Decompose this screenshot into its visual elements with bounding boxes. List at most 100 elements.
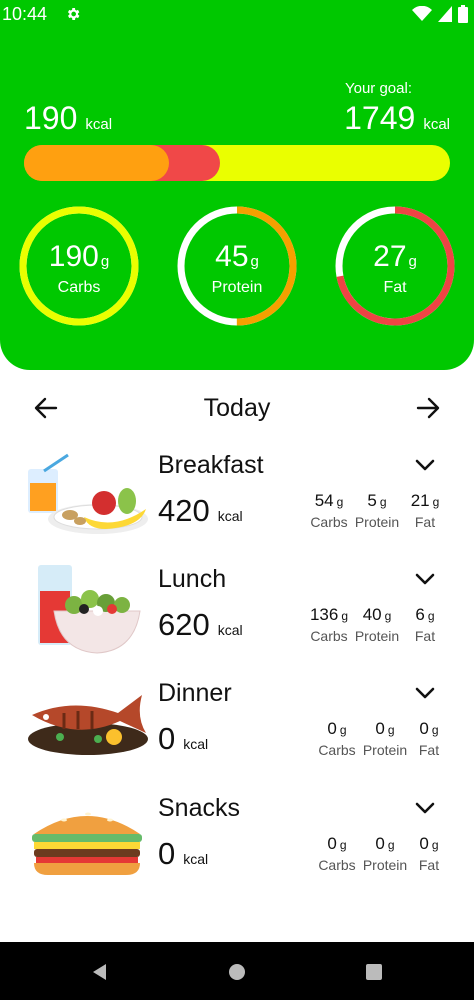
macro-value: 0: [327, 834, 337, 853]
macro-label: Fat: [418, 742, 440, 758]
macro-carbs: 0 g Carbs: [312, 719, 362, 758]
home-circle-icon[interactable]: [228, 962, 246, 982]
meal-kcal: 0 kcal: [158, 836, 208, 872]
macro-unit: g: [431, 723, 439, 737]
fat-ring-unit: g: [408, 253, 417, 270]
meal-kcal: 420 kcal: [158, 493, 243, 529]
macro-label: Protein: [362, 742, 408, 758]
macro-fat: 21 g Fat: [400, 491, 450, 530]
carbs-ring[interactable]: 190 g Carbs: [19, 206, 139, 326]
chevron-down-icon[interactable]: [412, 455, 438, 475]
meal-kcal-unit: kcal: [217, 622, 243, 638]
macro-value: 136: [309, 605, 339, 624]
carbs-ring-label: Carbs: [57, 279, 101, 296]
macro-unit: g: [379, 495, 387, 509]
macro-label: Protein: [362, 857, 408, 873]
macro-value: 0: [375, 719, 385, 738]
macro-unit: g: [341, 609, 349, 623]
carbs-ring-unit: g: [100, 253, 110, 270]
macro-carbs: 54 g Carbs: [304, 491, 354, 530]
meal-kcal-value: 0: [158, 721, 176, 756]
arrow-right-icon[interactable]: [414, 394, 442, 422]
macro-value: 0: [419, 719, 429, 738]
goal-label: Your goal:: [344, 80, 412, 97]
protein-ring[interactable]: 45 g Protein: [177, 206, 297, 326]
consumed-value: 190: [24, 100, 78, 136]
macro-unit: g: [387, 838, 395, 852]
meal-kcal-value: 620: [158, 607, 210, 642]
fish-icon: [28, 695, 148, 755]
chevron-down-icon[interactable]: [412, 683, 438, 703]
macro-value: 0: [327, 719, 337, 738]
meal-snacks[interactable]: Snacks 0 kcal 0 g Carbs 0 g Protein 0 g Fat: [0, 794, 474, 904]
system-navigation-bar: [0, 942, 474, 1000]
macro-unit: g: [336, 495, 344, 509]
macro-protein: 0 g Protein: [360, 719, 410, 758]
macro-label: Fat: [418, 857, 440, 873]
macro-label: Carbs: [318, 857, 356, 873]
macro-fat: 0 g Fat: [404, 719, 454, 758]
status-icons: [412, 5, 468, 23]
sandwich-icon: [32, 812, 142, 875]
protein-ring-value-wrap: 45 g: [177, 240, 297, 274]
chevron-down-icon[interactable]: [412, 569, 438, 589]
meal-breakfast[interactable]: Breakfast 420 kcal 54 g Carbs 5 g Protein 21…: [0, 451, 474, 561]
macro-unit: g: [387, 723, 395, 737]
meal-kcal-unit: kcal: [183, 736, 209, 752]
macro-fat: 0 g Fat: [404, 834, 454, 873]
fat-ring-value-wrap: 27 g: [335, 240, 455, 274]
consumed-unit: kcal: [85, 116, 113, 133]
status-bar: 10:44: [0, 0, 474, 30]
back-triangle-icon[interactable]: [90, 962, 108, 982]
meal-kcal-unit: kcal: [217, 508, 243, 524]
macro-label: Carbs: [310, 628, 348, 644]
macro-unit: g: [384, 609, 392, 623]
macro-value: 21: [410, 491, 430, 510]
meal-dinner[interactable]: Dinner 0 kcal 0 g Carbs 0 g Protein 0 g Fat: [0, 679, 474, 789]
macro-label: Carbs: [310, 514, 348, 530]
macro-protein: 40 g Protein: [352, 605, 402, 644]
summary-header: 10:44 190 kcal Your goal: 1749 kcal 190 g…: [0, 0, 474, 370]
protein-ring-value: 45: [215, 240, 249, 273]
fat-ring-value: 27: [373, 240, 407, 273]
wifi-icon: [412, 6, 432, 21]
breakfast-icon: [28, 453, 148, 534]
meal-name: Breakfast: [158, 451, 264, 479]
meal-kcal: 620 kcal: [158, 607, 243, 643]
macro-unit: g: [432, 495, 440, 509]
meal-name: Snacks: [158, 794, 240, 822]
macro-value: 0: [419, 834, 429, 853]
goal-unit: kcal: [423, 116, 450, 133]
battery-icon: [458, 5, 468, 23]
macro-unit: g: [339, 723, 347, 737]
protein-ring-unit: g: [250, 253, 259, 270]
macro-label: Fat: [414, 514, 436, 530]
macro-label: Carbs: [318, 742, 356, 758]
carbs-ring-value: 190: [48, 240, 99, 273]
macro-value: 40: [362, 605, 382, 624]
macro-value: 0: [375, 834, 385, 853]
salad-icon: [38, 565, 141, 654]
meal-kcal-value: 420: [158, 493, 210, 528]
macro-label: Protein: [354, 514, 400, 530]
calories-goal[interactable]: 1749 kcal: [344, 100, 450, 137]
macro-unit: g: [427, 609, 435, 623]
fat-ring-label: Fat: [383, 279, 407, 296]
progress-carbs-segment: [24, 145, 169, 181]
meal-name: Dinner: [158, 679, 232, 707]
goal-value: 1749: [344, 100, 416, 136]
calories-consumed: 190 kcal: [24, 100, 112, 137]
macro-protein: 5 g Protein: [352, 491, 402, 530]
meal-lunch[interactable]: Lunch 620 kcal 136 g Carbs 40 g Protein 6 g Fa…: [0, 565, 474, 675]
meal-name: Lunch: [158, 565, 227, 593]
date-title: Today: [203, 394, 271, 422]
chevron-down-icon[interactable]: [412, 798, 438, 818]
meal-kcal-unit: kcal: [183, 851, 209, 867]
meal-kcal: 0 kcal: [158, 721, 208, 757]
meal-kcal-value: 0: [158, 836, 176, 871]
macro-unit: g: [339, 838, 347, 852]
status-time: 10:44: [2, 4, 48, 24]
fat-ring[interactable]: 27 g Fat: [335, 206, 455, 326]
recents-square-icon[interactable]: [365, 962, 383, 982]
calorie-progress-bar: [24, 145, 450, 181]
